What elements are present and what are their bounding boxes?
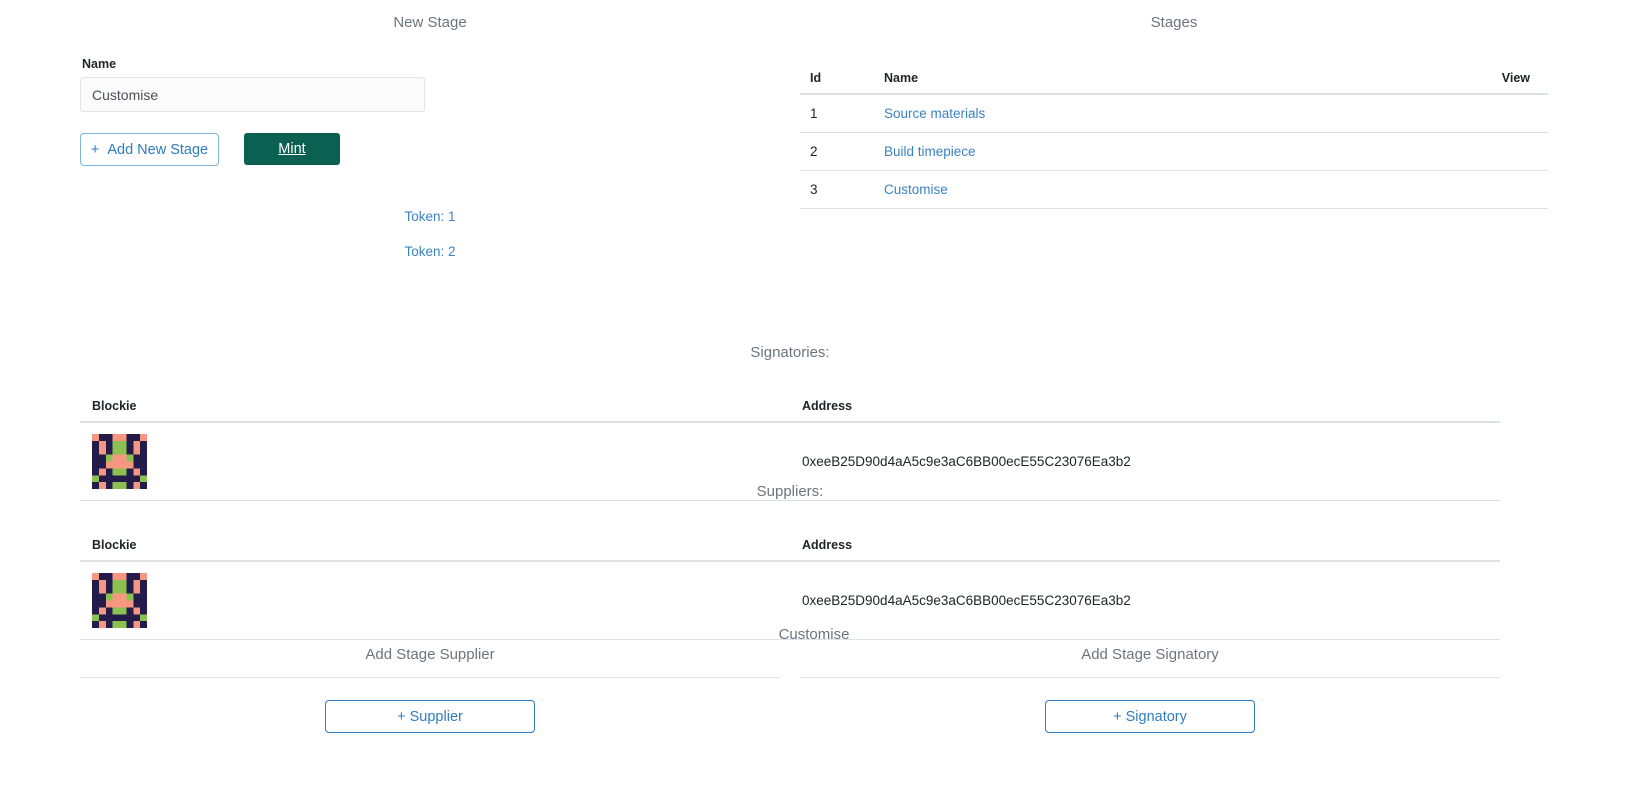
add-signatory-button[interactable]: + Signatory <box>1045 700 1255 733</box>
mint-button[interactable]: Mint <box>244 133 340 165</box>
token-link-1[interactable]: Token: 1 <box>80 209 780 224</box>
signatories-col-blockie: Blockie <box>80 391 790 423</box>
stages-col-view: View <box>1333 63 1548 95</box>
plus-icon: + <box>90 141 100 158</box>
add-stage-supplier-panel: Add Stage Supplier + Supplier <box>80 646 780 733</box>
stages-table-head: Id Name View <box>800 63 1548 95</box>
table-row: 2 Build timepiece <box>800 132 1548 171</box>
table-row: 3 Customise <box>800 170 1548 209</box>
stage-id: 3 <box>800 170 872 209</box>
stage-view-cell[interactable] <box>1333 132 1548 171</box>
token-link-2[interactable]: Token: 2 <box>80 244 780 259</box>
suppliers-header-row: Blockie Address <box>80 530 1500 562</box>
suppliers-col-address: Address <box>790 530 1500 562</box>
table-row: 1 Source materials <box>800 94 1548 133</box>
blockie-identicon <box>92 434 147 489</box>
suppliers-panel: Suppliers: Blockie Address 0xeeB25D90d4a… <box>80 483 1500 640</box>
signatories-title: Signatories: <box>750 344 830 361</box>
stages-table-body: 1 Source materials 2 Build timepiece 3 C… <box>800 94 1548 209</box>
stage-view-cell[interactable] <box>1333 94 1548 133</box>
stages-header-row: Id Name View <box>800 63 1548 95</box>
signatories-col-address: Address <box>790 391 1500 423</box>
add-new-stage-button[interactable]: + Add New Stage <box>80 133 219 166</box>
stage-id: 1 <box>800 94 872 133</box>
stage-view-cell[interactable] <box>1333 170 1548 209</box>
suppliers-title: Suppliers: <box>756 483 824 500</box>
current-stage-name: Customise <box>778 626 850 643</box>
signatories-header-row: Blockie Address <box>80 391 1500 423</box>
add-stage-supplier-heading: Add Stage Supplier <box>365 646 495 663</box>
stage-id: 2 <box>800 132 872 171</box>
new-stage-panel: New Stage Name + Add New Stage Mint Toke… <box>80 14 780 279</box>
new-stage-title: New Stage <box>393 14 467 31</box>
signatories-table-head: Blockie Address <box>80 391 1500 423</box>
stages-table: Id Name View 1 Source materials 2 Build … <box>800 63 1548 209</box>
stage-name-link[interactable]: Source materials <box>884 106 985 121</box>
stage-name-link[interactable]: Customise <box>884 182 948 197</box>
stages-panel: Stages Id Name View 1 Source materials 2… <box>800 14 1548 209</box>
name-label: Name <box>82 57 117 71</box>
stages-col-id: Id <box>800 63 872 95</box>
add-stage-signatory-panel: Add Stage Signatory + Signatory <box>800 646 1500 733</box>
stage-name-input[interactable] <box>80 77 425 112</box>
suppliers-col-blockie: Blockie <box>80 530 790 562</box>
app-root: New Stage Name + Add New Stage Mint Toke… <box>0 0 1628 792</box>
new-stage-actions: + Add New Stage Mint <box>80 133 780 166</box>
stages-col-name: Name <box>872 63 1334 95</box>
add-new-stage-label: Add New Stage <box>107 141 209 158</box>
blockie-identicon <box>92 573 147 628</box>
signatories-panel: Signatories: Blockie Address 0xeeB25D90d… <box>80 344 1500 501</box>
add-supplier-button[interactable]: + Supplier <box>325 700 535 733</box>
token-list: Token: 1 Token: 2 <box>80 209 780 259</box>
suppliers-table-head: Blockie Address <box>80 530 1500 562</box>
stage-name-link[interactable]: Build timepiece <box>884 144 976 159</box>
add-stage-signatory-heading: Add Stage Signatory <box>1081 646 1219 663</box>
stages-title: Stages <box>1150 14 1198 31</box>
suppliers-table: Blockie Address 0xeeB25D90d4aA5c9e3aC6BB… <box>80 530 1500 640</box>
